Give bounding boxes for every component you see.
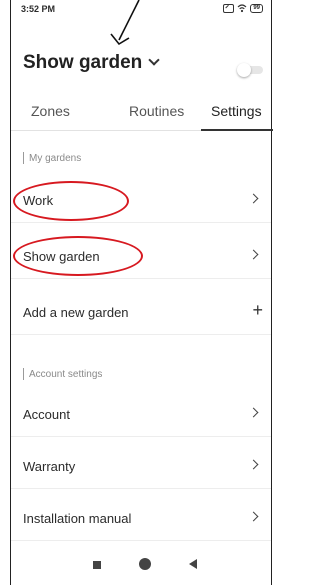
installation-manual-label: Installation manual: [23, 511, 132, 526]
toggle-knob: [237, 63, 251, 77]
system-nav-bar: [11, 545, 271, 585]
chevron-right-icon: [248, 407, 259, 418]
add-garden-label: Add a new garden: [23, 305, 129, 320]
wifi-icon: [237, 4, 247, 13]
app-screen: 3:52 PM 99 Show garden Zones Routines Se…: [10, 0, 273, 585]
tab-bar: Zones Routines Settings: [11, 96, 273, 131]
garden-item-label: Work: [23, 193, 54, 208]
battery-icon: 99: [250, 3, 263, 13]
add-garden-row[interactable]: Add a new garden +: [11, 290, 271, 335]
notification-icon: [223, 3, 235, 13]
garden-item-work[interactable]: Work: [11, 178, 271, 223]
back-icon[interactable]: [189, 559, 197, 569]
section-label-account-settings: Account settings: [29, 368, 103, 380]
tab-routines[interactable]: Routines: [129, 103, 184, 119]
chevron-down-icon: [148, 54, 160, 66]
garden-selector[interactable]: Show garden: [23, 52, 160, 74]
tab-settings[interactable]: Settings: [211, 103, 262, 119]
garden-name: Show garden: [23, 52, 143, 73]
chevron-right-icon: [248, 511, 259, 522]
installation-manual-item[interactable]: Installation manual: [11, 496, 271, 541]
section-my-gardens: My gardens: [23, 152, 81, 164]
tab-zones[interactable]: Zones: [31, 103, 70, 119]
status-bar: 3:52 PM 99: [11, 0, 271, 22]
status-icons: 99: [223, 3, 263, 13]
warranty-item[interactable]: Warranty: [11, 444, 271, 489]
section-bar: [23, 368, 24, 380]
warranty-label: Warranty: [23, 459, 76, 474]
garden-item-label: Show garden: [23, 249, 100, 264]
active-tab-indicator: [201, 129, 273, 131]
garden-toggle[interactable]: [237, 63, 263, 77]
section-account-settings: Account settings: [23, 368, 102, 380]
garden-item-show-garden[interactable]: Show garden: [11, 234, 271, 279]
plus-icon: +: [252, 300, 263, 320]
section-bar: [23, 152, 24, 164]
chevron-right-icon: [248, 459, 259, 470]
account-item[interactable]: Account: [11, 392, 271, 437]
recent-apps-icon[interactable]: [93, 561, 101, 569]
chevron-right-icon: [248, 249, 259, 260]
chevron-right-icon: [248, 193, 259, 204]
status-time: 3:52 PM: [21, 4, 56, 14]
account-label: Account: [23, 407, 70, 422]
section-label-my-gardens: My gardens: [29, 152, 82, 164]
home-icon[interactable]: [139, 558, 151, 570]
